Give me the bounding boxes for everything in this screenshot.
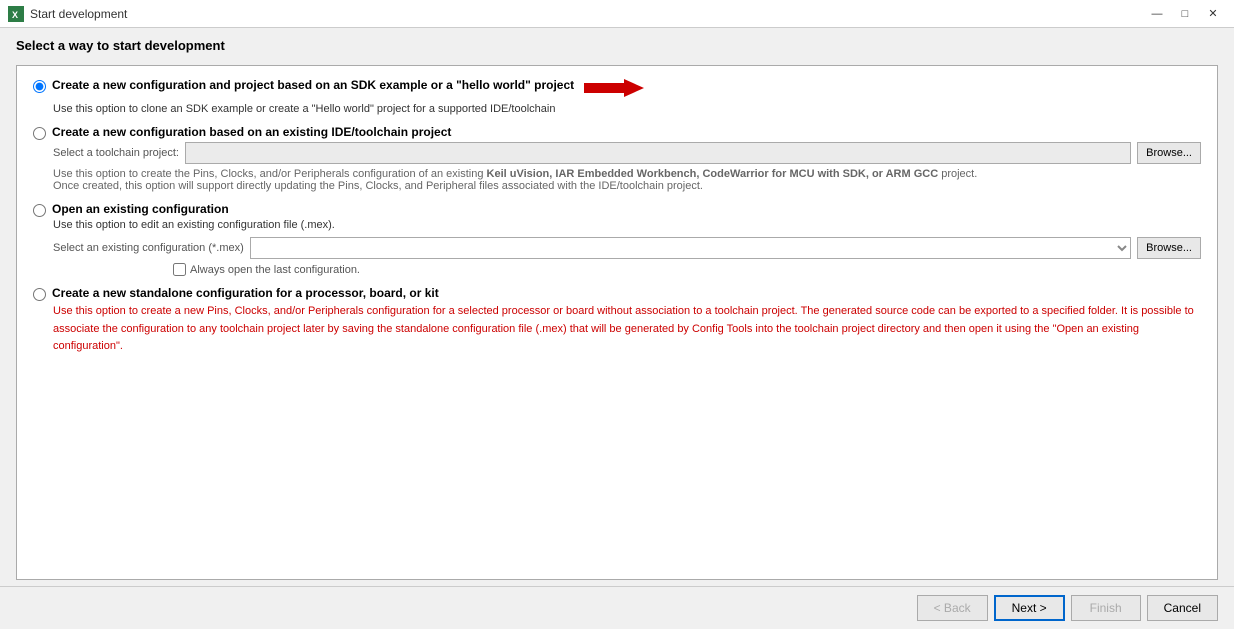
option2-radio[interactable]	[33, 127, 46, 140]
option3-desc: Use this option to edit an existing conf…	[53, 219, 1201, 231]
option3-field-row: Select an existing configuration (*.mex)…	[53, 237, 1201, 259]
option1-label: Create a new configuration and project b…	[52, 78, 574, 92]
option4-radio[interactable]	[33, 288, 46, 301]
option4-red-desc: Use this option to create a new Pins, Cl…	[53, 303, 1201, 356]
window-title: Start development	[30, 7, 1144, 21]
option2-field-row: Select a toolchain project: Browse...	[53, 142, 1201, 164]
option-row-3: Open an existing configuration	[33, 202, 1201, 217]
title-bar: X Start development — □ ✕	[0, 0, 1234, 28]
window: X Start development — □ ✕ Select a way t…	[0, 0, 1234, 629]
option-row-2: Create a new configuration based on an e…	[33, 125, 1201, 140]
arrow-indicator	[584, 78, 644, 101]
option-group-2: Create a new configuration based on an e…	[33, 125, 1201, 192]
option2-field-label: Select a toolchain project:	[53, 147, 179, 159]
option2-browse-button[interactable]: Browse...	[1137, 142, 1201, 164]
page-title: Select a way to start development	[16, 38, 1218, 53]
option3-browse-button[interactable]: Browse...	[1137, 237, 1201, 259]
option3-checkbox-row: Always open the last configuration.	[173, 263, 1201, 276]
last-config-checkbox[interactable]	[173, 263, 186, 276]
app-icon: X	[8, 6, 24, 22]
back-button[interactable]: < Back	[917, 595, 988, 621]
option-group-4: Create a new standalone configuration fo…	[33, 286, 1201, 356]
finish-button[interactable]: Finish	[1071, 595, 1141, 621]
option2-label: Create a new configuration based on an e…	[52, 125, 451, 139]
close-button[interactable]: ✕	[1200, 4, 1226, 24]
next-button[interactable]: Next >	[994, 595, 1065, 621]
main-content: Create a new configuration and project b…	[0, 59, 1234, 586]
page-header: Select a way to start development	[0, 28, 1234, 59]
option3-field-label: Select an existing configuration (*.mex)	[53, 242, 244, 254]
minimize-button[interactable]: —	[1144, 4, 1170, 24]
option-group-3: Open an existing configuration Use this …	[33, 202, 1201, 276]
option1-desc: Use this option to clone an SDK example …	[53, 103, 1201, 115]
last-config-label: Always open the last configuration.	[190, 264, 360, 276]
option-row-1: Create a new configuration and project b…	[33, 78, 1201, 101]
option3-radio[interactable]	[33, 204, 46, 217]
options-box: Create a new configuration and project b…	[16, 65, 1218, 580]
option-row-4: Create a new standalone configuration fo…	[33, 286, 1201, 301]
cancel-button[interactable]: Cancel	[1147, 595, 1218, 621]
option-group-1: Create a new configuration and project b…	[33, 78, 1201, 115]
option1-radio[interactable]	[33, 80, 46, 93]
maximize-button[interactable]: □	[1172, 4, 1198, 24]
toolchain-project-input[interactable]	[185, 142, 1131, 164]
option2-extra-desc: Use this option to create the Pins, Cloc…	[53, 168, 1201, 192]
existing-config-select[interactable]	[250, 237, 1131, 259]
option3-label: Open an existing configuration	[52, 202, 229, 216]
window-controls: — □ ✕	[1144, 4, 1226, 24]
footer: < Back Next > Finish Cancel	[0, 586, 1234, 629]
option4-label: Create a new standalone configuration fo…	[52, 286, 439, 300]
svg-text:X: X	[12, 10, 18, 20]
